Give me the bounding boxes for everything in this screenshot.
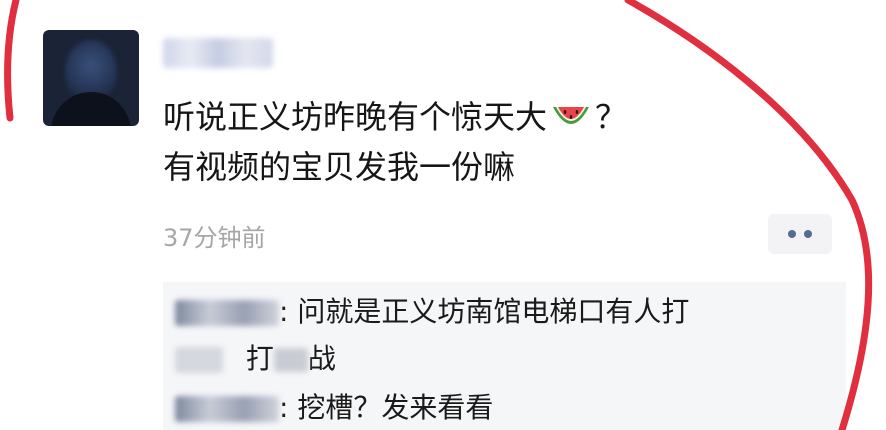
more-button[interactable]: [768, 214, 832, 254]
commenter-name-redacted[interactable]: [175, 300, 279, 326]
redacted-text: [175, 347, 223, 373]
comment-1-continuation: 打战: [175, 337, 336, 377]
comment-2-text: : 挖槽？发来看看: [279, 391, 494, 424]
post-content: 听说正义坊昨晚有个惊天大 ？ 有视频的宝贝发我一份嘛: [163, 92, 763, 192]
post-line-1: 听说正义坊昨晚有个惊天大 ？: [163, 92, 763, 142]
post-line-2: 有视频的宝贝发我一份嘛: [163, 148, 516, 186]
comment-1[interactable]: : 问就是正义坊南馆电梯口有人打: [175, 290, 689, 330]
poster-name-redacted[interactable]: [163, 38, 273, 68]
dot-icon: [804, 230, 812, 238]
post-text-question: ？: [595, 98, 628, 136]
redacted-text: [273, 348, 308, 372]
comment-2[interactable]: : 挖槽？发来看看: [175, 386, 493, 426]
comment-1-text: : 问就是正义坊南馆电梯口有人打: [279, 295, 690, 328]
post-avatar[interactable]: [43, 30, 139, 126]
commenter-name-redacted[interactable]: [175, 396, 279, 422]
dot-icon: [788, 230, 796, 238]
post-timestamp: 37分钟前: [163, 224, 266, 252]
post-text-1: 听说正义坊昨晚有个惊天大: [163, 98, 548, 136]
comment-1-text-2: 打: [245, 342, 274, 375]
watermelon-icon: [551, 97, 591, 129]
comment-1-text-3: 战: [307, 342, 336, 375]
comment-section: : 问就是正义坊南馆电梯口有人打 打战 : 挖槽？发来看看: [163, 282, 846, 430]
avatar-shoulders: [51, 92, 131, 126]
